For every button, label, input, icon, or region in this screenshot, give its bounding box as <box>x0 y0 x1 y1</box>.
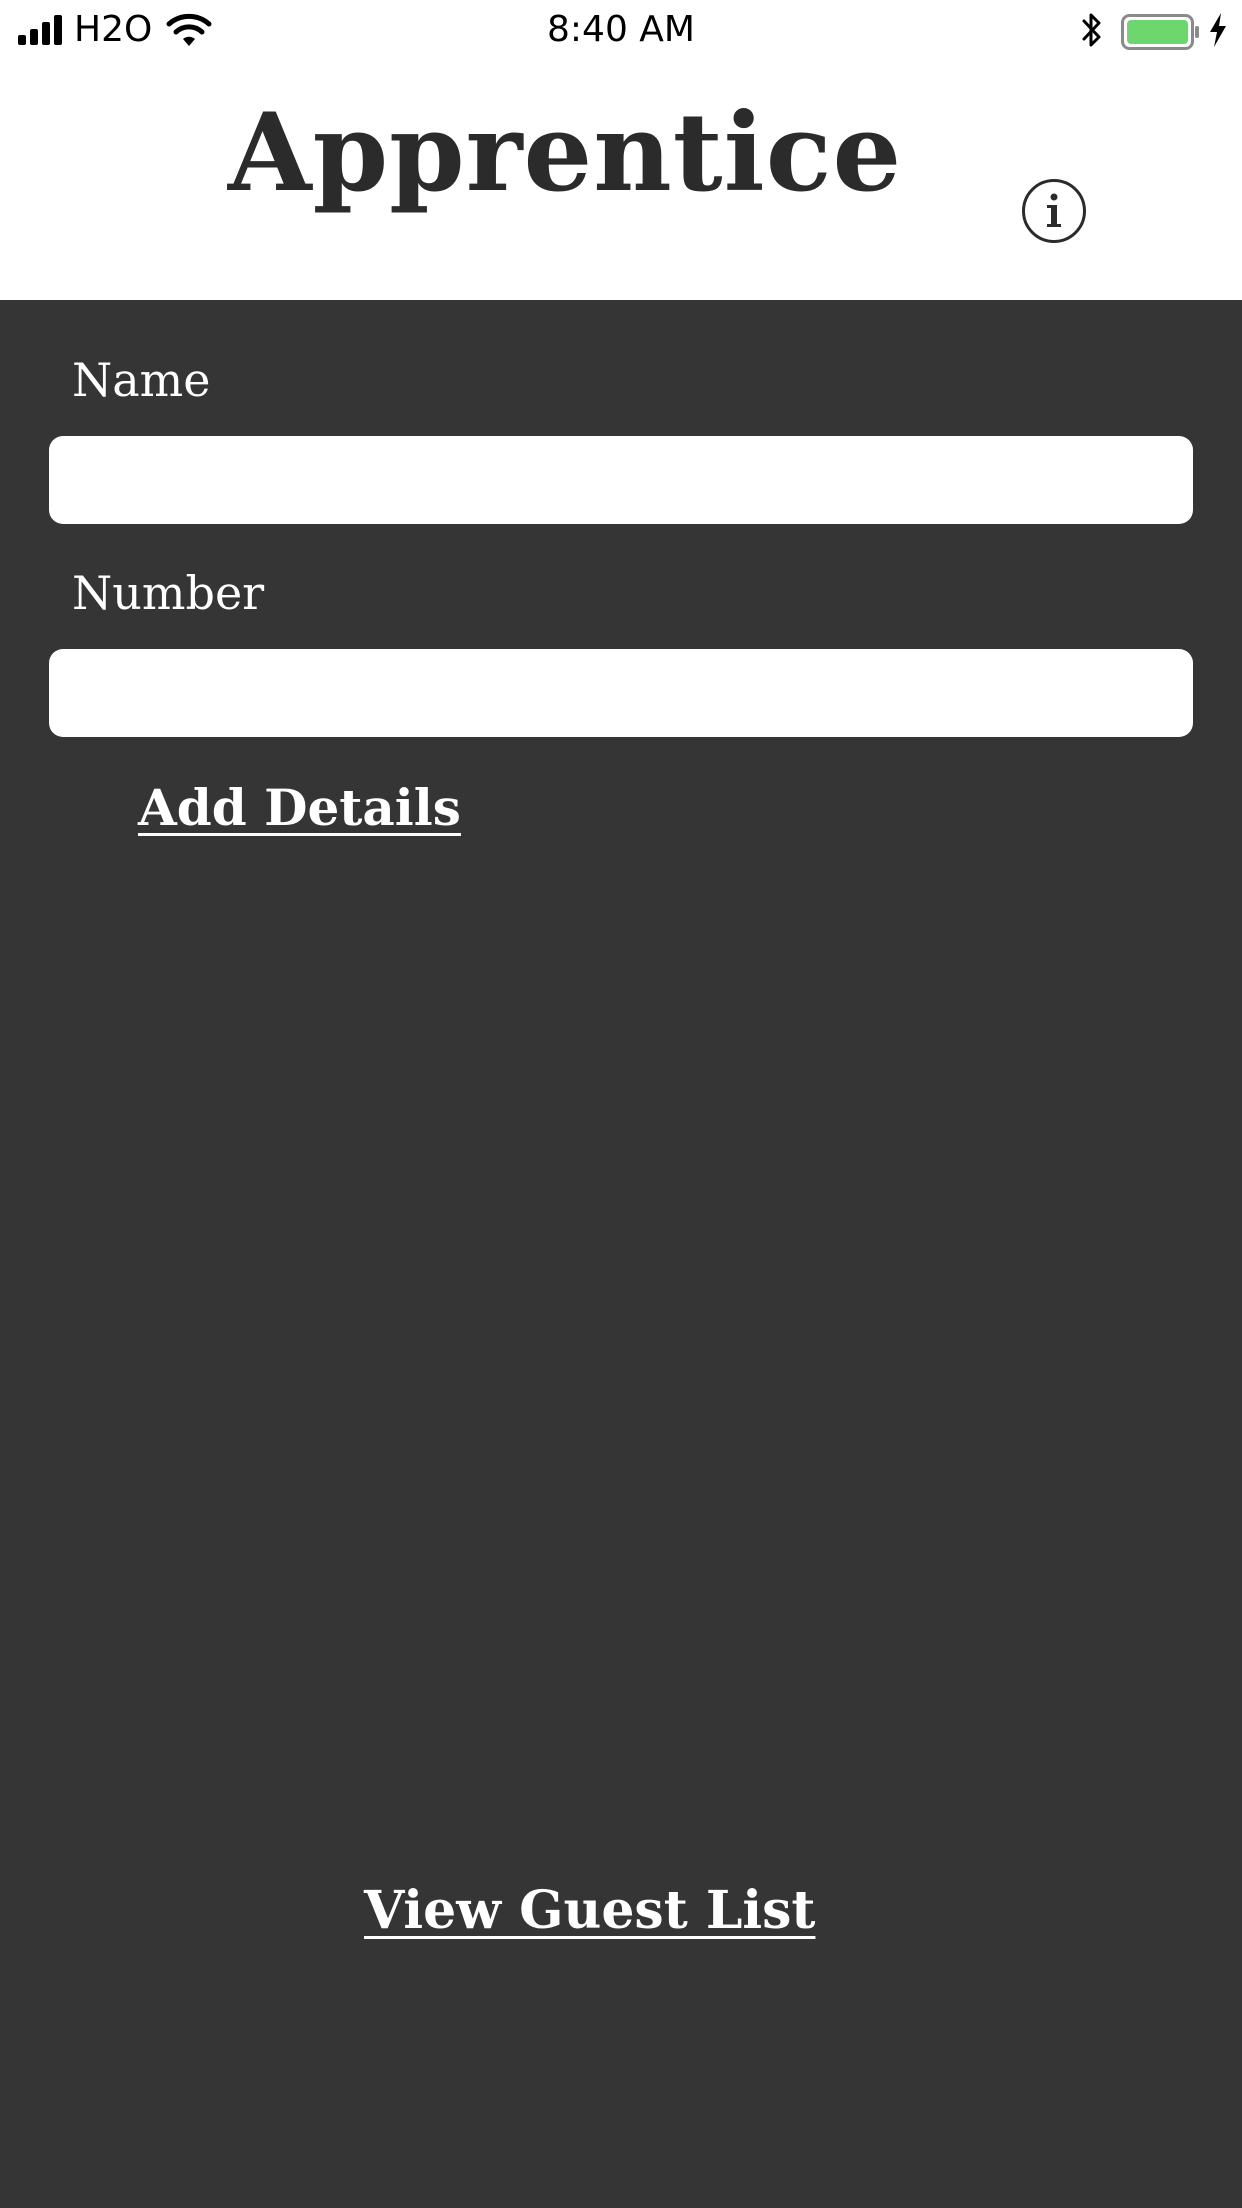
bluetooth-icon <box>1082 13 1101 47</box>
add-details-button[interactable]: Add Details <box>138 776 461 840</box>
view-guest-list-button[interactable]: View Guest List <box>364 1878 815 1944</box>
number-field[interactable] <box>49 649 1193 737</box>
info-icon <box>1047 193 1061 227</box>
info-button[interactable] <box>1022 179 1086 243</box>
battery-icon <box>1121 14 1199 50</box>
app-title: Apprentice <box>227 90 903 216</box>
status-bar: H2O 8:40 AM <box>0 0 1242 60</box>
number-label: Number <box>72 566 265 620</box>
name-field[interactable] <box>49 436 1193 524</box>
charging-icon <box>1210 13 1226 47</box>
name-label: Name <box>72 353 211 407</box>
status-time: 8:40 AM <box>547 9 695 50</box>
